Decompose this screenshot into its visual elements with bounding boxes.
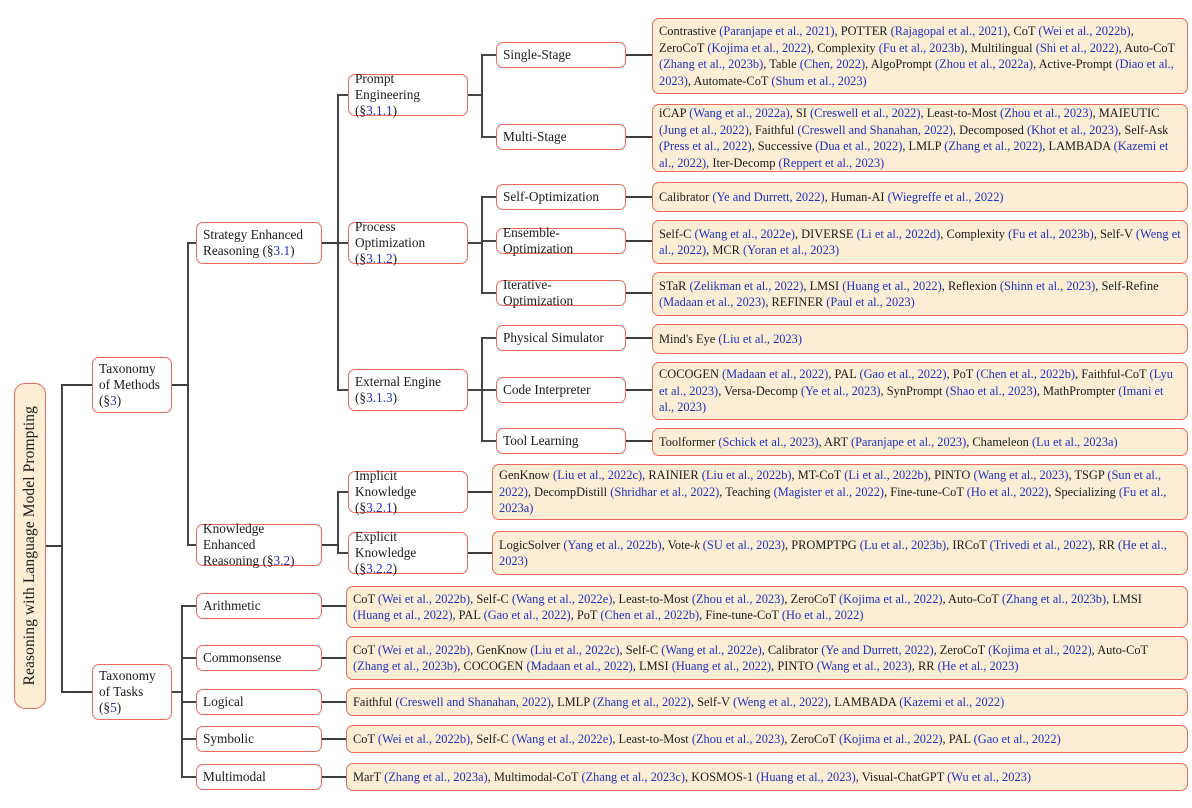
- leaf-content: STaR (Zelikman et al., 2022), LMSI (Huan…: [659, 278, 1159, 310]
- leafbox-symbolic[interactable]: CoT (Wei et al., 2022b), Self-C (Wang et…: [346, 725, 1188, 753]
- node-label: Symbolic: [203, 731, 254, 747]
- node-label: Multi-Stage: [503, 129, 567, 145]
- leaf-content: Self-C (Wang et al., 2022e), DIVERSE (Li…: [659, 226, 1181, 258]
- node-prompt-engineering[interactable]: Prompt Engineering (§3.1.1): [348, 71, 468, 118]
- node-task-multimodal[interactable]: Multimodal: [196, 764, 322, 790]
- leafbox-single-stage[interactable]: Contrastive (Paranjape et al., 2021), PO…: [652, 18, 1188, 94]
- leafbox-explicit-knowledge[interactable]: LogicSolver (Yang et al., 2022b), Vote-k…: [492, 531, 1188, 575]
- node-implicit-knowledge[interactable]: Implicit Knowledge (§3.2.1): [348, 468, 468, 515]
- node-knowledge-enhanced-reasoning[interactable]: Knowledge Enhanced Reasoning (§3.2): [196, 521, 322, 568]
- node-label-line: Implicit Knowledge: [355, 468, 417, 500]
- leafbox-multi-stage[interactable]: iCAP (Wang et al., 2022a), SI (Creswell …: [652, 104, 1188, 172]
- node-multi-stage[interactable]: Multi-Stage: [496, 124, 626, 150]
- node-label: Physical Simulator: [503, 330, 604, 346]
- node-label-line: Process Optimization: [355, 219, 426, 251]
- leafbox-code-interpreter[interactable]: COCOGEN (Madaan et al., 2022), PAL (Gao …: [652, 362, 1188, 420]
- leafbox-multimodal[interactable]: MarT (Zhang et al., 2023a), Multimodal-C…: [346, 763, 1188, 791]
- node-section-line: (§3.1.3): [355, 390, 398, 405]
- node-label-line: Taxonomy: [99, 668, 156, 684]
- node-label-line: Strategy Enhanced: [203, 227, 304, 243]
- node-section-line: (§3.1.1): [355, 102, 398, 118]
- node-label-line: Knowledge Enhanced: [203, 521, 265, 553]
- node-task-commonsense[interactable]: Commonsense: [196, 645, 322, 671]
- node-label: Commonsense: [203, 650, 282, 666]
- node-self-optimization[interactable]: Self-Optimization: [496, 184, 626, 210]
- taxonomy-diagram: Reasoning with Language Model Prompting …: [0, 0, 1192, 808]
- node-label-line: Explicit Knowledge: [355, 529, 417, 561]
- leaf-content: Toolformer (Schick et al., 2023), ART (P…: [659, 434, 1118, 449]
- node-label: Self-Optimization: [503, 189, 600, 205]
- node-taxonomy-of-methods[interactable]: Taxonomy of Methods (§3): [92, 357, 172, 413]
- node-section-line: (§3.2.1): [355, 499, 398, 515]
- node-section-line: Reasoning (§3.2): [203, 552, 295, 568]
- node-section-line: (§5): [99, 699, 122, 715]
- node-label: Multimodal: [203, 769, 266, 785]
- leaf-content: Calibrator (Ye and Durrett, 2022), Human…: [659, 189, 1004, 204]
- node-taxonomy-of-tasks[interactable]: Taxonomy of Tasks (§5): [92, 664, 172, 720]
- node-section-line: (§3.2.2): [355, 560, 398, 576]
- node-ensemble-optimization[interactable]: Ensemble-Optimization: [496, 225, 626, 256]
- leafbox-iterative-optimization[interactable]: STaR (Zelikman et al., 2022), LMSI (Huan…: [652, 272, 1188, 316]
- node-label-line: of Methods: [99, 377, 160, 393]
- node-label: Arithmetic: [203, 598, 261, 614]
- leafbox-tool-learning[interactable]: Toolformer (Schick et al., 2023), ART (P…: [652, 428, 1188, 456]
- node-physical-simulator[interactable]: Physical Simulator: [496, 325, 626, 351]
- node-code-interpreter[interactable]: Code Interpreter: [496, 377, 626, 403]
- leaf-content: COCOGEN (Madaan et al., 2022), PAL (Gao …: [659, 367, 1173, 415]
- node-label: Code Interpreter: [503, 382, 591, 398]
- node-task-symbolic[interactable]: Symbolic: [196, 726, 322, 752]
- node-strategy-enhanced-reasoning[interactable]: Strategy Enhanced Reasoning (§3.1): [196, 222, 322, 264]
- leaf-content: Mind's Eye (Liu et al., 2023): [659, 331, 803, 346]
- leaf-content: iCAP (Wang et al., 2022a), SI (Creswell …: [659, 106, 1169, 170]
- leaf-content: CoT (Wei et al., 2022b), Self-C (Wang et…: [353, 591, 1142, 623]
- leaf-content: LogicSolver (Yang et al., 2022b), Vote-k…: [499, 537, 1167, 569]
- node-label-line: of Tasks: [99, 684, 144, 700]
- leaf-content: Faithful (Creswell and Shanahan, 2022), …: [353, 694, 1005, 709]
- node-explicit-knowledge[interactable]: Explicit Knowledge (§3.2.2): [348, 529, 468, 576]
- node-external-engine[interactable]: External Engine (§3.1.3): [348, 369, 468, 411]
- root-node[interactable]: Reasoning with Language Model Prompting: [14, 383, 46, 709]
- leafbox-ensemble-optimization[interactable]: Self-C (Wang et al., 2022e), DIVERSE (Li…: [652, 220, 1188, 264]
- leafbox-commonsense[interactable]: CoT (Wei et al., 2022b), GenKnow (Liu et…: [346, 636, 1188, 680]
- leaf-content: CoT (Wei et al., 2022b), Self-C (Wang et…: [353, 731, 1061, 746]
- node-label: Logical: [203, 694, 244, 710]
- root-label: Reasoning with Language Model Prompting: [20, 406, 38, 686]
- node-section-line: Reasoning (§3.1): [203, 243, 295, 258]
- leaf-content: GenKnow (Liu et al., 2022c), RAINIER (Li…: [499, 468, 1167, 516]
- node-tool-learning[interactable]: Tool Learning: [496, 428, 626, 454]
- node-task-logical[interactable]: Logical: [196, 689, 322, 715]
- node-label: Ensemble-Optimization: [503, 225, 574, 256]
- leafbox-implicit-knowledge[interactable]: GenKnow (Liu et al., 2022c), RAINIER (Li…: [492, 464, 1188, 520]
- node-label: Tool Learning: [503, 433, 579, 449]
- node-task-arithmetic[interactable]: Arithmetic: [196, 593, 322, 619]
- node-label: Iterative-Optimization: [503, 277, 574, 308]
- node-label-line: Taxonomy: [99, 361, 156, 377]
- leafbox-self-optimization[interactable]: Calibrator (Ye and Durrett, 2022), Human…: [652, 182, 1188, 212]
- leaf-content: CoT (Wei et al., 2022b), GenKnow (Liu et…: [353, 642, 1148, 674]
- node-process-optimization[interactable]: Process Optimization (§3.1.2): [348, 219, 468, 266]
- node-iterative-optimization[interactable]: Iterative-Optimization: [496, 277, 626, 308]
- node-label-line: External Engine: [355, 374, 442, 390]
- node-section-line: (§3.1.2): [355, 250, 398, 266]
- leaf-content: Contrastive (Paranjape et al., 2021), PO…: [659, 24, 1175, 88]
- leafbox-physical-simulator[interactable]: Mind's Eye (Liu et al., 2023): [652, 324, 1188, 354]
- leaf-content: MarT (Zhang et al., 2023a), Multimodal-C…: [353, 769, 1031, 784]
- leafbox-logical[interactable]: Faithful (Creswell and Shanahan, 2022), …: [346, 688, 1188, 716]
- node-label: Single-Stage: [503, 47, 571, 63]
- node-section-line: (§3): [99, 392, 122, 408]
- node-label-line: Prompt Engineering: [355, 71, 420, 103]
- node-single-stage[interactable]: Single-Stage: [496, 42, 626, 68]
- leafbox-arithmetic[interactable]: CoT (Wei et al., 2022b), Self-C (Wang et…: [346, 586, 1188, 628]
